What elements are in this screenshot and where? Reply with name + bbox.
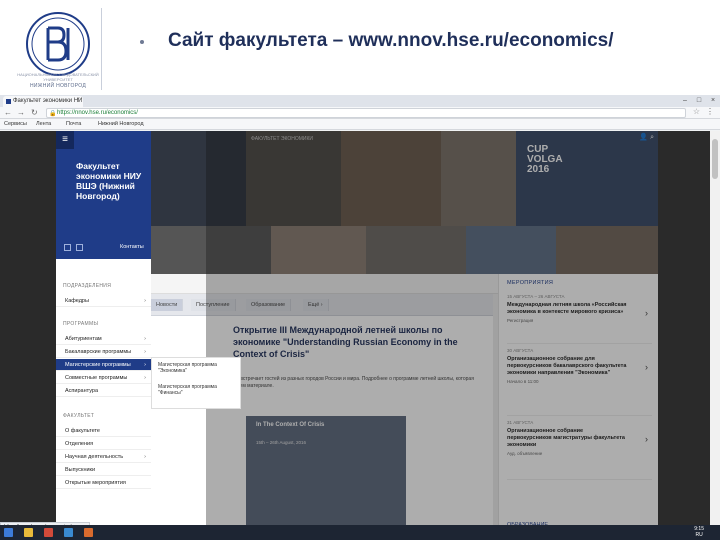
sidebar-item-label: Кафедры bbox=[65, 298, 89, 304]
lock-icon: 🔒 bbox=[49, 111, 57, 117]
sidebar-item-label: Отделения bbox=[65, 441, 94, 447]
sidebar-item-joint[interactable]: Совместные программы › bbox=[56, 372, 151, 384]
section-units: ПОДРАЗДЕЛЕНИЯ bbox=[63, 283, 112, 289]
master-submenu: Магистерская программа "Экономика" Магис… bbox=[151, 357, 241, 409]
sidebar-item-label: Магистерские программы bbox=[65, 362, 131, 368]
start-icon[interactable] bbox=[4, 528, 13, 537]
sidebar-item-label: Научная деятельность bbox=[65, 454, 124, 460]
url-text: https://nnov.hse.ru/economics/ bbox=[57, 110, 138, 116]
site-sidebar: ≡ Факультет экономики НИУ ВШЭ (Нижний Но… bbox=[56, 131, 151, 531]
bookmark-item[interactable]: Почта bbox=[66, 121, 81, 127]
chevron-right-icon: › bbox=[144, 362, 146, 368]
sidebar-item-divisions[interactable]: Отделения bbox=[56, 438, 151, 450]
sidebar-item-label: Совместные программы bbox=[65, 375, 128, 381]
menu-overlay[interactable] bbox=[206, 131, 658, 531]
sidebar-item-label: Бакалаврские программы bbox=[65, 349, 132, 355]
scroll-thumb[interactable] bbox=[712, 139, 718, 179]
tab-bar: Факультет экономики НИ × – □ × bbox=[0, 95, 720, 107]
close-tab-icon[interactable]: × bbox=[76, 97, 80, 103]
tab-label: Факультет экономики НИ bbox=[13, 98, 83, 104]
forward-icon[interactable]: → bbox=[17, 108, 25, 118]
sidebar-item-label: Открытые мероприятия bbox=[65, 480, 126, 486]
sidebar-item-about[interactable]: О факультете bbox=[56, 425, 151, 437]
reload-icon[interactable]: ↻ bbox=[31, 108, 38, 118]
section-programs: ПРОГРАММЫ bbox=[63, 321, 99, 327]
url-input[interactable]: 🔒 https://nnov.hse.ru/economics/ bbox=[46, 108, 686, 118]
sidebar-item-bachelor[interactable]: Бакалаврские программы › bbox=[56, 346, 151, 358]
submenu-item-economics[interactable]: Магистерская программа "Экономика" bbox=[158, 362, 240, 374]
sidebar-item-phd[interactable]: Аспирантура bbox=[56, 385, 151, 397]
hse-logo-icon bbox=[26, 12, 90, 76]
taskbar: 9:15 RU bbox=[0, 525, 720, 540]
favicon-icon bbox=[6, 99, 11, 104]
minimize-icon[interactable]: – bbox=[680, 96, 690, 105]
chevron-right-icon: › bbox=[144, 298, 146, 304]
chevron-right-icon: › bbox=[144, 349, 146, 355]
sidebar-header: ≡ Факультет экономики НИУ ВШЭ (Нижний Но… bbox=[56, 131, 151, 259]
website: ФАКУЛЬТЕТ ЭКОНОМИКИ CUP VOLGA 2016 👤 ⌕ Н… bbox=[56, 131, 658, 531]
contacts-link[interactable]: Контакты bbox=[120, 244, 144, 250]
social-icon[interactable] bbox=[76, 244, 83, 251]
sidebar-item-alumni[interactable]: Выпускники bbox=[56, 464, 151, 476]
scrollbar[interactable] bbox=[710, 131, 720, 531]
divider bbox=[101, 8, 102, 90]
chrome-icon[interactable] bbox=[44, 528, 53, 537]
section-faculty: ФАКУЛЬТЕТ bbox=[63, 413, 95, 419]
sidebar-item-events[interactable]: Открытые мероприятия bbox=[56, 477, 151, 489]
powerpoint-icon[interactable] bbox=[84, 528, 93, 537]
clock-lang: RU bbox=[695, 532, 703, 538]
page-background bbox=[0, 131, 56, 531]
word-icon[interactable] bbox=[64, 528, 73, 537]
bookmark-item[interactable]: Сервисы bbox=[4, 121, 27, 127]
bookmark-item[interactable]: Нижний Новгород bbox=[98, 121, 144, 127]
sidebar-item-master[interactable]: Магистерские программы › bbox=[56, 359, 151, 371]
sidebar-item-label: Выпускники bbox=[65, 467, 96, 473]
chevron-right-icon: › bbox=[144, 336, 146, 342]
address-bar: ← → ↻ 🔒 https://nnov.hse.ru/economics/ bbox=[0, 107, 720, 119]
sidebar-item-label: О факультете bbox=[65, 428, 100, 434]
close-window-icon[interactable]: × bbox=[708, 96, 718, 105]
logo-city: НИЖНИЙ НОВГОРОД bbox=[29, 83, 87, 89]
explorer-icon[interactable] bbox=[24, 528, 33, 537]
bullet bbox=[140, 40, 144, 44]
clock: 9:15 RU bbox=[694, 526, 704, 538]
back-icon[interactable]: ← bbox=[4, 108, 12, 118]
faculty-title: Факультет экономики НИУ ВШЭ (Нижний Новг… bbox=[76, 161, 142, 201]
browser-window: Факультет экономики НИ × – □ × ← → ↻ 🔒 h… bbox=[0, 95, 720, 540]
logo-caption: НАЦИОНАЛЬНЫЙ ИССЛЕДОВАТЕЛЬСКИЙ УНИВЕРСИТ… bbox=[17, 72, 99, 82]
browser-tab[interactable]: Факультет экономики НИ × bbox=[3, 96, 83, 107]
sidebar-item-departments[interactable]: Кафедры › bbox=[56, 295, 151, 307]
page-viewport: ФАКУЛЬТЕТ ЭКОНОМИКИ CUP VOLGA 2016 👤 ⌕ Н… bbox=[0, 131, 720, 531]
chevron-right-icon: › bbox=[144, 375, 146, 381]
sidebar-item-label: Абитуриентам bbox=[65, 336, 102, 342]
page-background bbox=[658, 131, 710, 531]
sidebar-item-research[interactable]: Научная деятельность › bbox=[56, 451, 151, 463]
bookmarks-bar: Сервисы Лента Почта Нижний Новгород bbox=[0, 119, 720, 130]
bookmark-star-icon[interactable]: ☆ bbox=[693, 107, 700, 116]
tab-news[interactable]: Новости bbox=[151, 299, 184, 311]
slide-title: Сайт факультета – www.nnov.hse.ru/econom… bbox=[168, 30, 614, 51]
social-icon[interactable] bbox=[64, 244, 71, 251]
chevron-right-icon: › bbox=[144, 454, 146, 460]
slide: НАЦИОНАЛЬНЫЙ ИССЛЕДОВАТЕЛЬСКИЙ УНИВЕРСИТ… bbox=[0, 0, 720, 540]
sidebar-item-applicants[interactable]: Абитуриентам › bbox=[56, 333, 151, 345]
hamburger-icon[interactable]: ≡ bbox=[56, 131, 74, 149]
bookmark-item[interactable]: Лента bbox=[36, 121, 51, 127]
sidebar-item-label: Аспирантура bbox=[65, 388, 99, 394]
browser-menu-icon[interactable]: ⋮ bbox=[706, 107, 714, 116]
maximize-icon[interactable]: □ bbox=[694, 96, 704, 105]
submenu-item-finance[interactable]: Магистерская программа "Финансы" bbox=[158, 384, 240, 396]
